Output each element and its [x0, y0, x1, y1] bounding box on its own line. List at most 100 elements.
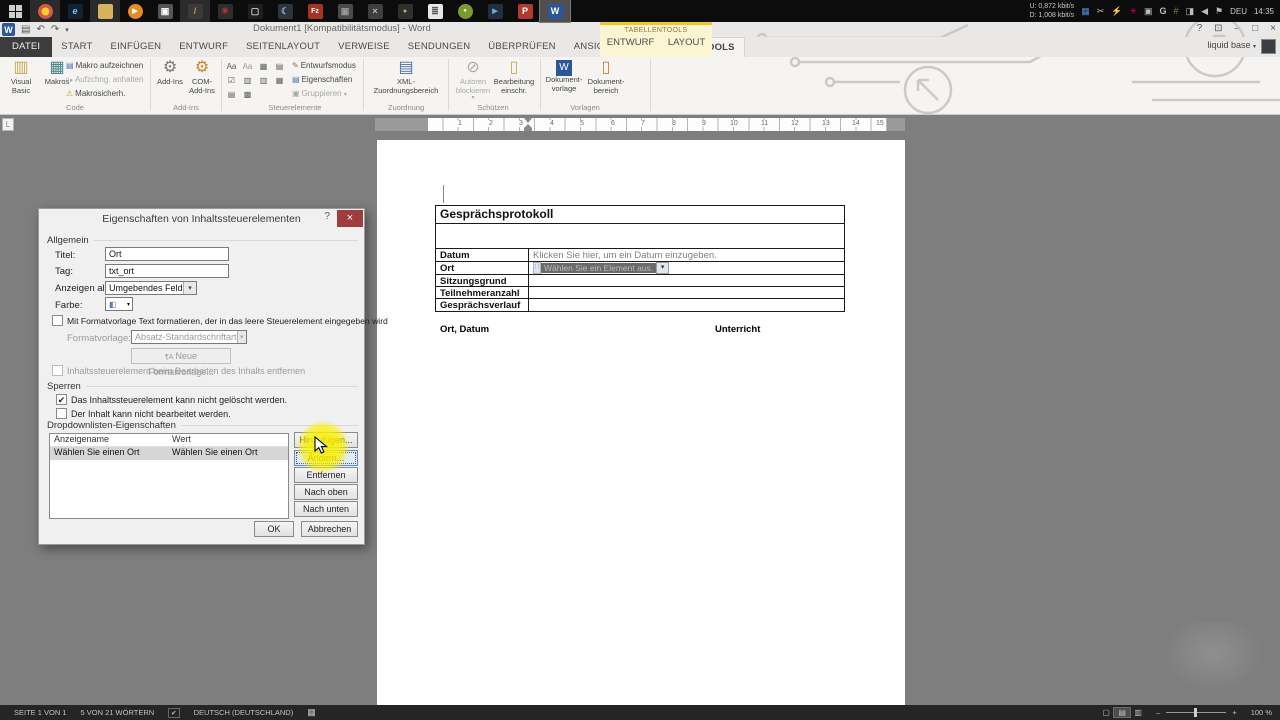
taskbar-imageviewer-icon[interactable]: ▣ — [150, 0, 180, 22]
taskbar-pdf-icon[interactable]: P — [510, 0, 540, 22]
abbrechen-button[interactable]: Abbrechen — [301, 521, 358, 537]
legacy-tools-icon[interactable]: ▩ — [240, 88, 255, 101]
taskbar-word-icon[interactable]: W — [540, 0, 570, 22]
taskbar-app14-icon[interactable]: ≣ — [420, 0, 450, 22]
tray-scissors-icon[interactable]: ✂ — [1097, 6, 1105, 17]
block-authors-button[interactable]: ⊘Autoren blockieren ▾ — [452, 58, 494, 102]
zoom-in-icon[interactable]: + — [1232, 708, 1236, 717]
account-name[interactable]: liquid base ▾ — [1207, 40, 1256, 50]
cannot-edit-checkbox[interactable] — [56, 408, 67, 419]
page-count[interactable]: SEITE 1 VON 1 — [14, 708, 67, 717]
taskbar-app13-icon[interactable]: ● — [390, 0, 420, 22]
tray-star-icon[interactable]: ✳ — [1129, 6, 1137, 17]
tab-verweise[interactable]: VERWEISE — [329, 37, 399, 57]
visual-basic-button[interactable]: ▥Visual Basic — [4, 58, 38, 102]
tab-datei[interactable]: DATEI — [0, 37, 52, 57]
save-icon[interactable]: ▤ — [21, 24, 30, 35]
titel-input[interactable]: Ort — [105, 247, 229, 261]
word-app-icon[interactable]: W — [2, 23, 15, 36]
cannot-delete-checkbox[interactable]: ✔ — [56, 394, 67, 405]
table-row-ort[interactable]: Ort ∷Wählen Sie ein Element aus.▾ — [436, 261, 844, 274]
table-empty-row[interactable] — [436, 223, 844, 248]
dialog-close-icon[interactable]: × — [337, 210, 363, 227]
taskbar-ie-icon[interactable]: e — [60, 0, 90, 22]
formatvorlage-select[interactable]: Absatz-Standardschriftart▾ — [131, 330, 247, 344]
language-indicator[interactable]: DEU — [1230, 7, 1247, 16]
pause-recording-button[interactable]: II●Aufzchng. anhalten — [66, 75, 143, 84]
taskbar-app9-icon[interactable]: ☾ — [270, 0, 300, 22]
taskbar-app15-icon[interactable]: ● — [450, 0, 480, 22]
plaintext-control-icon[interactable]: Aa — [240, 60, 255, 73]
clock[interactable]: 14:35 — [1254, 7, 1274, 16]
dialog-help-icon[interactable]: ? — [324, 211, 330, 222]
content-control-properties-dialog[interactable]: Eigenschaften von Inhaltssteuerelementen… — [38, 208, 365, 545]
richtext-control-icon[interactable]: Aa — [224, 60, 239, 73]
document-panel-button[interactable]: ▯Dokument- bereich — [586, 58, 626, 102]
dropdown-content-control[interactable]: Wählen Sie ein Element aus. — [541, 263, 656, 273]
print-layout-icon[interactable]: ▤ — [1114, 708, 1130, 717]
buildingblock-control-icon[interactable]: ▤ — [272, 60, 287, 73]
horizontal-ruler[interactable]: 1 2 3 4 5 6 7 8 9 10 11 12 13 14 15 — [375, 118, 905, 131]
taskbar-app16-icon[interactable]: ▶ — [480, 0, 510, 22]
dropdown-items-list[interactable]: AnzeigenameWert Wählen Sie einen OrtWähl… — [49, 433, 289, 519]
tab-table-entwurf[interactable]: ENTWURF — [607, 37, 655, 48]
taskbar-app12-icon[interactable]: × — [360, 0, 390, 22]
date-placeholder[interactable]: Klicken Sie hier, um ein Datum einzugebe… — [529, 249, 844, 261]
list-row-selected[interactable]: Wählen Sie einen OrtWählen Sie einen Ort — [50, 447, 288, 460]
zoom-slider[interactable] — [1166, 712, 1226, 713]
tray-icon-1[interactable]: ▦ — [1081, 6, 1090, 17]
table-heading-row[interactable]: Gesprächsprotokoll — [436, 206, 844, 223]
picture-control-icon[interactable]: ▦ — [256, 60, 271, 73]
design-mode-button[interactable]: ✎Entwurfsmodus — [292, 61, 356, 70]
nach-unten-button[interactable]: Nach unten — [294, 501, 358, 517]
xml-mapping-button[interactable]: ▤XML-Zuordnungsbereich — [370, 58, 442, 102]
tray-flag-icon[interactable]: ⚑ — [1215, 6, 1223, 17]
tab-einfuegen[interactable]: EINFÜGEN — [102, 37, 171, 57]
redo-icon[interactable]: ↷ — [51, 24, 59, 35]
minimize-icon[interactable]: – — [1235, 23, 1241, 34]
repeating-control-icon[interactable]: ▤ — [224, 88, 239, 101]
anzeigen-als-select[interactable]: Umgebendes Feld▾ — [105, 281, 197, 295]
table-row-teilnehmeranzahl[interactable]: Teilnehmeranzahl — [436, 286, 844, 298]
datepicker-control-icon[interactable]: ▦ — [272, 74, 287, 87]
protocol-table[interactable]: Gesprächsprotokoll Datum Klicken Sie hie… — [435, 205, 845, 312]
tab-ueberpruefen[interactable]: ÜBERPRÜFEN — [479, 37, 564, 57]
combobox-control-icon[interactable]: ▥ — [240, 74, 255, 87]
restore-icon[interactable]: □ — [1252, 23, 1258, 34]
zoom-level[interactable]: 100 % — [1251, 708, 1272, 717]
tab-seitenlayout[interactable]: SEITENLAYOUT — [237, 37, 329, 57]
read-mode-icon[interactable]: ▢ — [1098, 708, 1114, 717]
table-row-gespraechsverlauf[interactable]: Gesprächsverlauf — [436, 298, 844, 311]
close-icon[interactable]: × — [1270, 23, 1276, 34]
properties-button[interactable]: ▤Eigenschaften — [292, 75, 352, 84]
left-indent-marker[interactable] — [524, 128, 532, 131]
tray-bolt-icon[interactable]: ⚡ — [1111, 6, 1122, 17]
group-controls-button[interactable]: ▣Gruppieren ▾ — [292, 89, 347, 98]
table-row-sitzungsgrund[interactable]: Sitzungsgrund — [436, 274, 844, 286]
document-template-button[interactable]: WDokument- vorlage — [544, 58, 584, 102]
taskbar-filezilla-icon[interactable]: Fz — [300, 0, 330, 22]
restrict-editing-button[interactable]: ▯Bearbeitung einschr. — [494, 58, 534, 102]
macro-recording-icon[interactable]: ▦ — [307, 707, 316, 718]
tray-volume-icon[interactable]: ◀ — [1201, 6, 1208, 17]
tray-network-icon[interactable]: ◨ — [1186, 6, 1195, 17]
record-macro-button[interactable]: ▤Makro aufzeichnen — [66, 61, 143, 70]
content-control-handle[interactable]: ∷ — [533, 262, 541, 274]
taskbar-app7-icon[interactable]: ✳ — [210, 0, 240, 22]
macro-security-button[interactable]: ⚠Makrosicherh. — [66, 89, 125, 98]
tab-sendungen[interactable]: SENDUNGEN — [399, 37, 480, 57]
qat-customize-icon[interactable]: ▾ — [65, 26, 69, 34]
zoom-slider-thumb[interactable] — [1194, 708, 1197, 717]
tray-hash-icon[interactable]: # — [1174, 6, 1179, 16]
taskbar-media-icon[interactable]: ▶ — [120, 0, 150, 22]
help-icon[interactable]: ? — [1197, 23, 1203, 34]
taskbar-chrome-icon[interactable] — [30, 0, 60, 22]
tag-input[interactable]: txt_ort — [105, 264, 229, 278]
com-addins-button[interactable]: ⚙COM-Add-Ins — [185, 58, 219, 102]
addins-button[interactable]: ⚙Add-Ins — [153, 58, 187, 102]
content-control-dropdown-icon[interactable]: ▾ — [656, 262, 669, 274]
tray-screen-icon[interactable]: ▣ — [1144, 6, 1153, 17]
tab-entwurf[interactable]: ENTWURF — [170, 37, 237, 57]
tab-table-layout[interactable]: LAYOUT — [668, 37, 705, 48]
language-status[interactable]: DEUTSCH (DEUTSCHLAND) — [194, 708, 294, 717]
